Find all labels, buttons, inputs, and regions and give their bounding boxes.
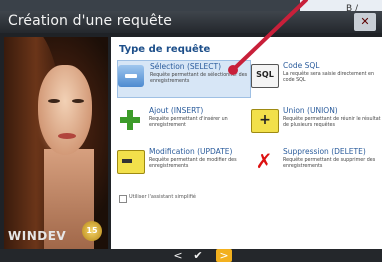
portrait-eye-right bbox=[72, 99, 84, 103]
sql-icon: SQL bbox=[251, 64, 279, 88]
navigation-bar: < ✔ > bbox=[0, 249, 382, 262]
simplified-wizard-checkbox[interactable] bbox=[119, 195, 127, 203]
update-icon bbox=[117, 150, 145, 174]
option-union[interactable]: + Union (UNION) Requête permettant de ré… bbox=[251, 105, 382, 141]
option-description: Requête permettant d'insérer un enregist… bbox=[149, 117, 228, 128]
option-label: Modification (UPDATE) bbox=[149, 147, 233, 156]
option-sql[interactable]: SQL Code SQL La requête sera saisie dire… bbox=[251, 60, 382, 96]
close-button[interactable]: ✕ bbox=[354, 13, 376, 31]
next-button[interactable]: > bbox=[216, 249, 232, 262]
title-bar: Création d'une requête ✕ bbox=[0, 11, 382, 33]
option-description: Requête permettant de sélectionner des e… bbox=[150, 73, 248, 84]
option-description: Requête permettant de modifier des enreg… bbox=[149, 158, 237, 169]
option-label: Code SQL bbox=[283, 61, 320, 70]
option-description: Requête permettant de supprimer des enre… bbox=[283, 158, 376, 169]
query-type-panel: Type de requête Sélection (SELECT) Requê… bbox=[111, 37, 382, 249]
simplified-wizard-label: Utiliser l'assistant simplifié bbox=[129, 194, 196, 200]
option-description: La requête sera saisie directement en co… bbox=[283, 72, 375, 83]
version-badge: 15 bbox=[82, 221, 102, 241]
option-label: Sélection (SELECT) bbox=[150, 62, 222, 71]
previous-button[interactable]: < bbox=[172, 249, 184, 262]
option-label: Suppression (DELETE) bbox=[283, 147, 366, 156]
wizard-portrait-image: WINDEV 15 bbox=[4, 37, 108, 249]
portrait-eye-left bbox=[48, 99, 60, 103]
portrait-lips bbox=[58, 133, 76, 139]
option-insert[interactable]: Ajout (INSERT) Requête permettant d'insé… bbox=[117, 105, 249, 141]
brand-logo: WINDEV bbox=[8, 229, 67, 243]
insert-icon bbox=[117, 109, 143, 131]
option-label: Ajout (INSERT) bbox=[149, 106, 204, 115]
option-select[interactable]: Sélection (SELECT) Requête permettant de… bbox=[117, 60, 251, 98]
delete-icon: ✗ bbox=[255, 149, 273, 173]
plus-bar-v bbox=[127, 110, 133, 130]
select-icon bbox=[118, 65, 144, 87]
option-update[interactable]: Modification (UPDATE) Requête permettant… bbox=[117, 146, 249, 182]
dialog-title: Création d'une requête bbox=[8, 13, 172, 29]
option-label: Union (UNION) bbox=[283, 106, 338, 115]
option-delete[interactable]: ✗ Suppression (DELETE) Requête permettan… bbox=[251, 146, 382, 182]
portrait-face bbox=[38, 65, 92, 155]
union-icon: + bbox=[251, 109, 279, 133]
query-creation-dialog: Création d'une requête ✕ WINDEV 15 Type … bbox=[0, 11, 382, 262]
option-description: Requête permettant de réunir le résultat… bbox=[283, 117, 381, 128]
validate-button[interactable]: ✔ bbox=[190, 249, 206, 262]
panel-title: Type de requête bbox=[119, 44, 211, 55]
